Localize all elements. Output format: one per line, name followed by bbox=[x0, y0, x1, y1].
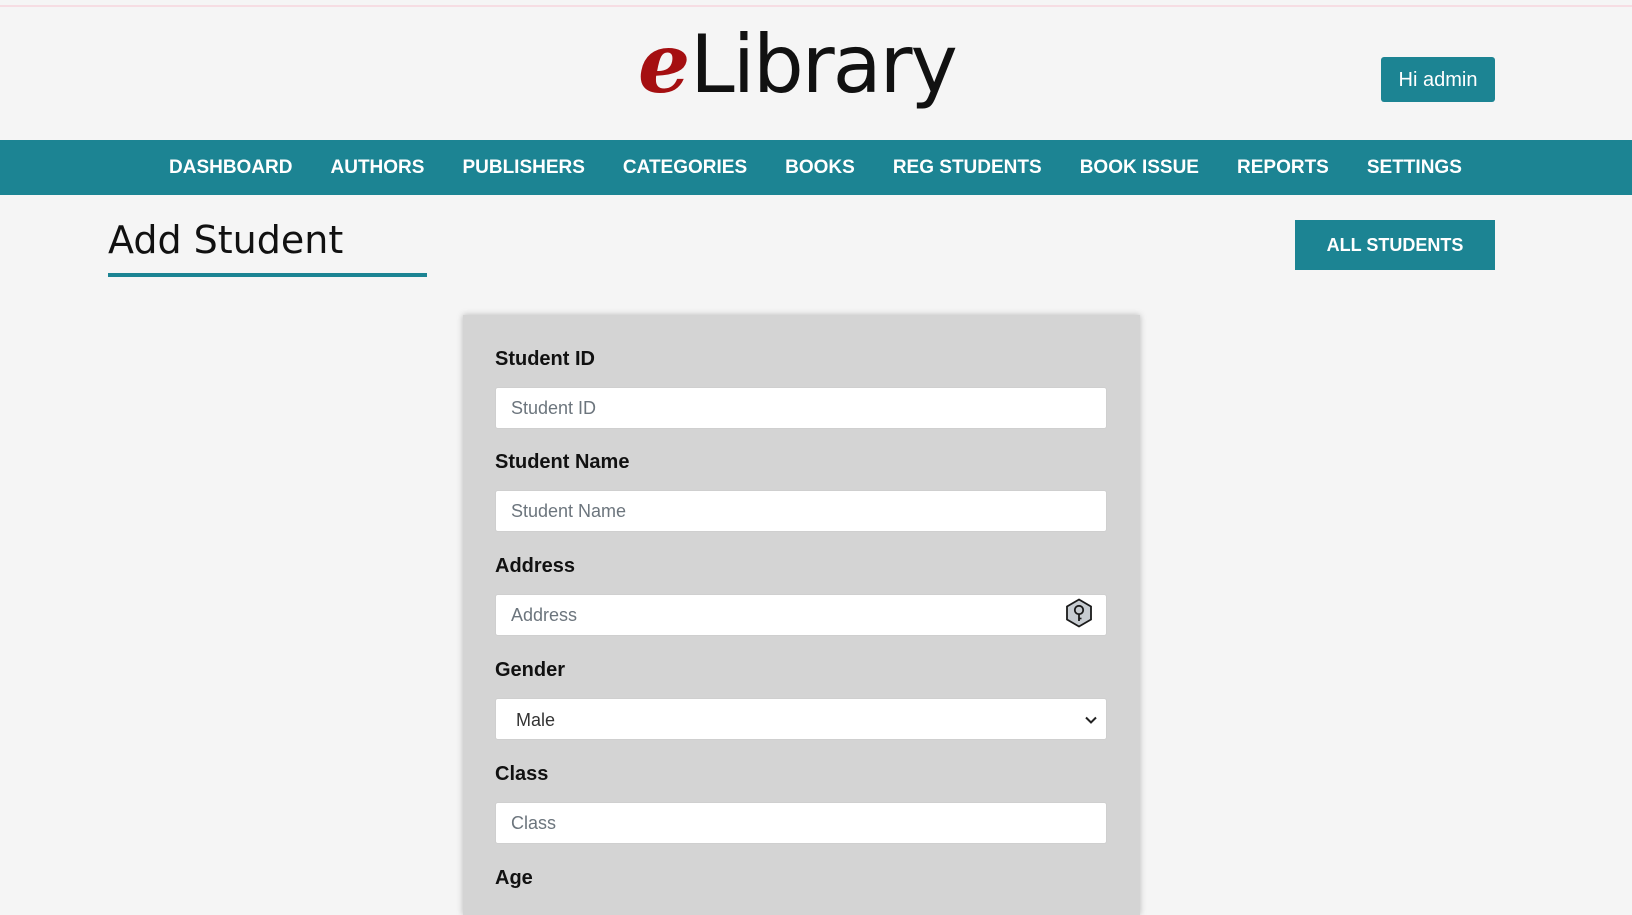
address-label: Address bbox=[495, 555, 576, 577]
nav-item-book-issue[interactable]: BOOK ISSUE bbox=[1061, 140, 1218, 195]
nav-item-settings[interactable]: SETTINGS bbox=[1348, 140, 1481, 195]
gender-selected-value: Male bbox=[516, 710, 556, 730]
elibrary-logo[interactable]: eLibrary bbox=[638, 23, 958, 123]
user-greeting-button[interactable]: Hi admin bbox=[1381, 57, 1495, 102]
nav-list: DASHBOARD AUTHORS PUBLISHERS CATEGORIES … bbox=[150, 140, 1481, 195]
logo-prefix: e bbox=[638, 16, 691, 112]
student-name-label: Student Name bbox=[495, 451, 630, 473]
logo-suffix: Library bbox=[690, 18, 958, 111]
chevron-down-icon bbox=[1085, 716, 1097, 724]
gender-label: Gender bbox=[495, 659, 566, 681]
student-id-input[interactable] bbox=[495, 387, 1107, 429]
nav-item-categories[interactable]: CATEGORIES bbox=[604, 140, 766, 195]
password-manager-key-icon[interactable] bbox=[1064, 598, 1094, 628]
title-underline bbox=[108, 273, 427, 277]
address-input[interactable] bbox=[495, 594, 1107, 636]
all-students-button[interactable]: ALL STUDENTS bbox=[1295, 220, 1495, 270]
main-navbar: DASHBOARD AUTHORS PUBLISHERS CATEGORIES … bbox=[0, 140, 1632, 195]
nav-item-reg-students[interactable]: REG STUDENTS bbox=[874, 140, 1061, 195]
nav-item-reports[interactable]: REPORTS bbox=[1218, 140, 1348, 195]
class-input[interactable] bbox=[495, 802, 1107, 844]
gender-select[interactable]: Male bbox=[495, 698, 1107, 740]
nav-item-authors[interactable]: AUTHORS bbox=[312, 140, 444, 195]
nav-item-books[interactable]: BOOKS bbox=[766, 140, 874, 195]
class-label: Class bbox=[495, 763, 549, 785]
nav-item-publishers[interactable]: PUBLISHERS bbox=[443, 140, 603, 195]
nav-item-dashboard[interactable]: DASHBOARD bbox=[150, 140, 312, 195]
site-header: eLibrary Hi admin bbox=[0, 7, 1632, 140]
add-student-form: Student ID Student Name Address Gender M… bbox=[463, 315, 1140, 915]
page-title: Add Student bbox=[108, 218, 344, 262]
student-name-input[interactable] bbox=[495, 490, 1107, 532]
student-id-label: Student ID bbox=[495, 348, 595, 370]
